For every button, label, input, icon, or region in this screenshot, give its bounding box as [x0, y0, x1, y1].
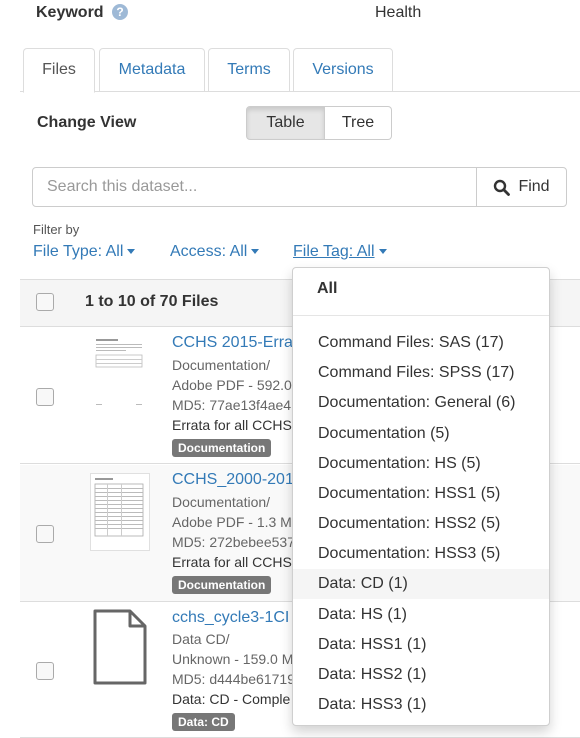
tab-metadata[interactable]: Metadata [99, 48, 205, 92]
file-info: Adobe PDF - 592.0 [172, 377, 292, 393]
file-tag-dropdown-menu: All Command Files: SAS (17) Command File… [292, 267, 550, 726]
dropdown-item[interactable]: Documentation: HSS3 (5) [293, 539, 549, 569]
change-view-label: Change View [37, 114, 137, 131]
file-title-link[interactable]: CCHS 2015-Erra [172, 334, 293, 352]
file-tag-badge[interactable]: Documentation [172, 576, 272, 594]
file-title-link[interactable]: CCHS_2000-201 [172, 471, 294, 489]
file-thumbnail[interactable] [90, 473, 150, 551]
dropdown-item[interactable]: Documentation (5) [293, 419, 549, 449]
file-type: Documentation/ [172, 357, 271, 373]
dropdown-item-highlighted[interactable]: Data: CD (1) [293, 569, 549, 599]
dropdown-item[interactable]: Data: HSS3 (1) [293, 690, 549, 720]
caret-down-icon [251, 249, 260, 255]
tree-view-button[interactable]: Tree [325, 106, 392, 140]
file-tag-badge[interactable]: Data: CD [172, 713, 235, 731]
file-description: Data: CD - Comple [172, 691, 291, 707]
keyword-label: Keyword [36, 4, 104, 21]
dropdown-item[interactable]: Command Files: SAS (17) [293, 328, 549, 358]
dropdown-item[interactable]: Data: HS (1) [293, 600, 549, 630]
file-thumbnail[interactable] [92, 609, 148, 685]
dropdown-item[interactable]: Data: HSS2 (1) [293, 660, 549, 690]
find-button[interactable]: Find [476, 167, 567, 207]
dropdown-item[interactable]: Documentation: HSS2 (5) [293, 509, 549, 539]
dropdown-item[interactable]: Data: HSS1 (1) [293, 630, 549, 660]
document-preview-icon [95, 339, 143, 405]
table-view-button[interactable]: Table [246, 106, 325, 140]
dropdown-item[interactable]: Command Files: SPSS (17) [293, 358, 549, 388]
search-input[interactable] [32, 167, 477, 207]
tab-files[interactable]: Files [23, 48, 95, 93]
file-description: Errata for all CCHS [172, 554, 292, 570]
files-count: 1 to 10 of 70 Files [85, 293, 219, 310]
file-md5: MD5: d444be61719 [172, 671, 295, 687]
dropdown-item[interactable]: Documentation: HSS1 (5) [293, 479, 549, 509]
file-info: Adobe PDF - 1.3 M [172, 514, 292, 530]
view-toggle-group: Table Tree [246, 106, 392, 140]
file-type-filter-label: File Type: All [33, 243, 124, 260]
dropdown-item-all[interactable]: All [317, 280, 337, 298]
file-title-link[interactable]: cchs_cycle3-1CI [172, 609, 289, 627]
file-type: Documentation/ [172, 494, 271, 510]
file-md5: MD5: 77ae13f4ae4 [172, 397, 292, 413]
tab-versions[interactable]: Versions [293, 48, 393, 92]
access-filter-label: Access: All [170, 243, 248, 260]
file-description: Errata for all CCHS [172, 417, 292, 433]
search-icon [494, 179, 511, 196]
caret-down-icon [127, 249, 136, 255]
caret-down-icon [378, 249, 387, 255]
access-filter[interactable]: Access: All [170, 243, 260, 261]
filter-by-label: Filter by [33, 222, 80, 237]
file-type-filter[interactable]: File Type: All [33, 243, 136, 261]
dropdown-item[interactable]: Documentation: HS (5) [293, 449, 549, 479]
file-tag-filter[interactable]: File Tag: All [293, 243, 387, 261]
tab-terms[interactable]: Terms [208, 48, 290, 92]
row-checkbox[interactable] [36, 525, 54, 543]
find-button-label: Find [518, 178, 550, 195]
select-all-checkbox[interactable] [36, 293, 54, 311]
row-checkbox[interactable] [36, 662, 54, 680]
file-type: Data CD/ [172, 631, 230, 647]
file-info: Unknown - 159.0 M [172, 651, 294, 667]
row-checkbox[interactable] [36, 388, 54, 406]
file-icon [93, 609, 147, 685]
file-tag-badge[interactable]: Documentation [172, 439, 272, 457]
file-tag-filter-label: File Tag: All [293, 243, 375, 260]
dropdown-divider [293, 315, 549, 316]
dropdown-item[interactable]: Documentation: General (6) [293, 388, 549, 418]
help-icon[interactable]: ? [112, 4, 128, 20]
keyword-value: Health [375, 4, 422, 21]
document-preview-icon [94, 478, 144, 537]
file-thumbnail[interactable] [92, 334, 150, 410]
file-md5: MD5: 272bebee537 [172, 534, 295, 550]
